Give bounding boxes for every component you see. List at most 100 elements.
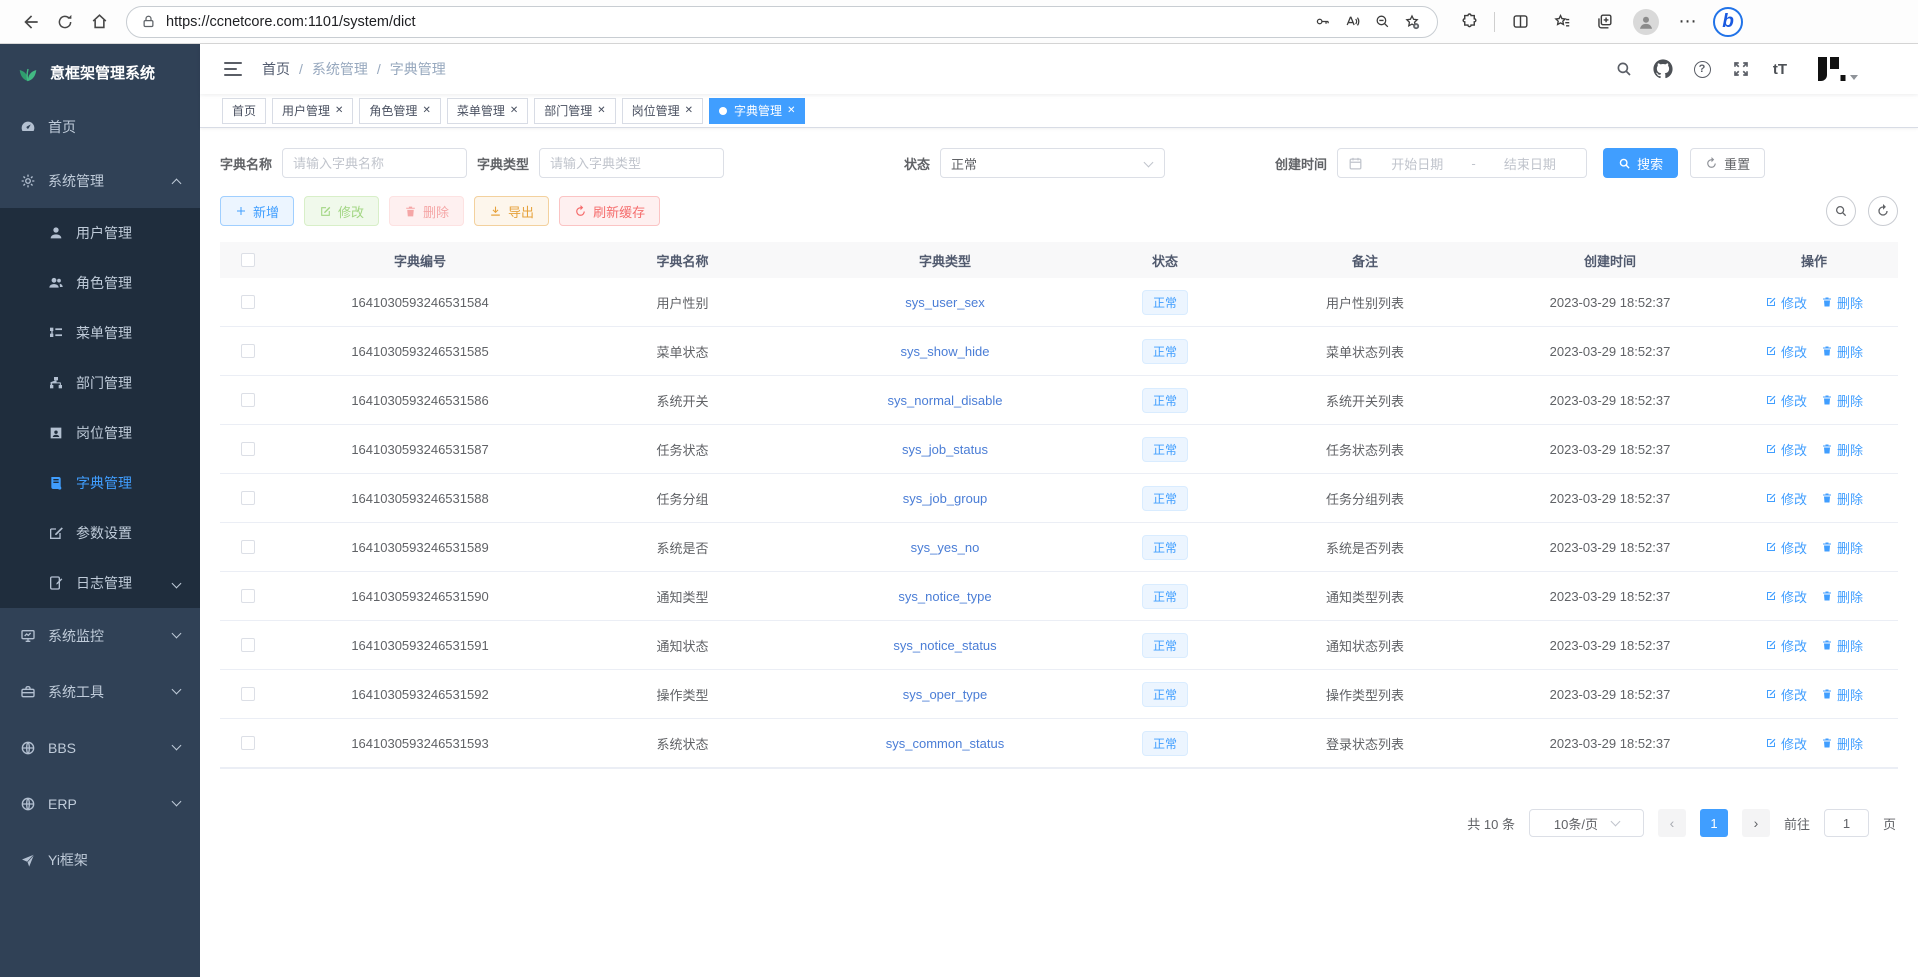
delete-link[interactable]: 删除 xyxy=(1821,685,1863,704)
page-size-select[interactable]: 10条/页 xyxy=(1529,809,1644,837)
browser-home-button[interactable] xyxy=(82,5,116,39)
sidebar-item-bbs[interactable]: BBS xyxy=(0,720,200,776)
breadcrumb-home[interactable]: 首页 xyxy=(262,59,290,79)
next-page-button[interactable]: › xyxy=(1742,809,1770,837)
password-key-icon[interactable] xyxy=(1307,8,1337,36)
tab-close-icon[interactable]: ✕ xyxy=(685,105,693,116)
row-checkbox[interactable] xyxy=(241,442,255,456)
refresh-table-button[interactable] xyxy=(1868,196,1898,226)
sidebar-item-home[interactable]: 首页 xyxy=(0,100,200,154)
goto-page-input[interactable] xyxy=(1824,809,1869,837)
header-search-icon[interactable] xyxy=(1613,58,1635,80)
sidebar-item-system[interactable]: 系统管理 xyxy=(0,154,200,208)
row-checkbox[interactable] xyxy=(241,295,255,309)
collections-button[interactable] xyxy=(1587,5,1621,39)
dict-type-link[interactable]: sys_yes_no xyxy=(911,540,980,555)
sidebar-item-post[interactable]: 岗位管理 xyxy=(0,408,200,458)
dict-type-link[interactable]: sys_notice_status xyxy=(893,638,996,653)
refresh-cache-button[interactable]: 刷新缓存 xyxy=(559,196,660,226)
browser-back-button[interactable] xyxy=(14,5,48,39)
sidebar-toggle-button[interactable] xyxy=(216,51,252,87)
tab-home[interactable]: 首页 xyxy=(222,98,266,124)
dict-type-link[interactable]: sys_job_status xyxy=(902,442,988,457)
browser-refresh-button[interactable] xyxy=(48,5,82,39)
dict-type-link[interactable]: sys_job_group xyxy=(903,491,988,506)
row-checkbox[interactable] xyxy=(241,540,255,554)
edit-link[interactable]: 修改 xyxy=(1765,685,1807,704)
sidebar-item-monitor[interactable]: 系统监控 xyxy=(0,608,200,664)
sidebar-item-role[interactable]: 角色管理 xyxy=(0,258,200,308)
copilot-bing-button[interactable]: b xyxy=(1713,7,1743,37)
edit-link[interactable]: 修改 xyxy=(1765,440,1807,459)
tab-close-icon[interactable]: ✕ xyxy=(335,105,343,116)
dict-type-link[interactable]: sys_show_hide xyxy=(901,344,990,359)
sidebar-item-dept[interactable]: 部门管理 xyxy=(0,358,200,408)
dict-name-input[interactable] xyxy=(282,148,467,178)
select-all-checkbox[interactable] xyxy=(241,253,255,267)
row-checkbox[interactable] xyxy=(241,736,255,750)
sidebar-item-dict[interactable]: 字典管理 xyxy=(0,458,200,508)
edit-link[interactable]: 修改 xyxy=(1765,587,1807,606)
delete-link[interactable]: 删除 xyxy=(1821,440,1863,459)
row-checkbox[interactable] xyxy=(241,638,255,652)
export-button[interactable]: 导出 xyxy=(474,196,549,226)
row-checkbox[interactable] xyxy=(241,491,255,505)
toggle-search-button[interactable] xyxy=(1826,196,1856,226)
delete-link[interactable]: 删除 xyxy=(1821,391,1863,410)
row-checkbox[interactable] xyxy=(241,344,255,358)
tab-menu[interactable]: 菜单管理✕ xyxy=(447,98,528,124)
dict-type-link[interactable]: sys_common_status xyxy=(886,736,1005,751)
sidebar-item-param[interactable]: 参数设置 xyxy=(0,508,200,558)
date-range-picker[interactable]: 开始日期 - 结束日期 xyxy=(1337,148,1587,178)
delete-link[interactable]: 删除 xyxy=(1821,538,1863,557)
delete-link[interactable]: 删除 xyxy=(1821,636,1863,655)
edit-link[interactable]: 修改 xyxy=(1765,636,1807,655)
delete-link[interactable]: 删除 xyxy=(1821,587,1863,606)
edit-button[interactable]: 修改 xyxy=(304,196,379,226)
browser-menu-button[interactable]: ⋯ xyxy=(1671,5,1705,39)
dict-type-link[interactable]: sys_normal_disable xyxy=(888,393,1003,408)
search-button[interactable]: 搜索 xyxy=(1603,148,1678,178)
edit-link[interactable]: 修改 xyxy=(1765,538,1807,557)
dict-type-link[interactable]: sys_user_sex xyxy=(905,295,984,310)
split-screen-button[interactable] xyxy=(1503,5,1537,39)
dict-type-input[interactable] xyxy=(539,148,724,178)
edit-link[interactable]: 修改 xyxy=(1765,734,1807,753)
dict-type-link[interactable]: sys_notice_type xyxy=(898,589,991,604)
add-favorite-star-icon[interactable] xyxy=(1397,8,1427,36)
row-checkbox[interactable] xyxy=(241,589,255,603)
sidebar-item-tools[interactable]: 系统工具 xyxy=(0,664,200,720)
delete-link[interactable]: 删除 xyxy=(1821,342,1863,361)
user-avatar-menu[interactable] xyxy=(1816,55,1858,83)
sidebar-item-yi[interactable]: Yi框架 xyxy=(0,832,200,888)
help-icon[interactable]: ? xyxy=(1691,58,1713,80)
tab-post[interactable]: 岗位管理✕ xyxy=(622,98,703,124)
sidebar-item-erp[interactable]: ERP xyxy=(0,776,200,832)
extensions-button[interactable] xyxy=(1452,5,1486,39)
reset-button[interactable]: 重置 xyxy=(1690,148,1765,178)
url-text[interactable]: https://ccnetcore.com:1101/system/dict xyxy=(166,14,1307,30)
add-button[interactable]: 新增 xyxy=(220,196,294,226)
fullscreen-icon[interactable] xyxy=(1730,58,1752,80)
tab-close-icon[interactable]: ✕ xyxy=(422,105,430,116)
tab-close-icon[interactable]: ✕ xyxy=(787,105,795,116)
edit-link[interactable]: 修改 xyxy=(1765,342,1807,361)
dict-type-link[interactable]: sys_oper_type xyxy=(903,687,988,702)
profile-button[interactable] xyxy=(1629,5,1663,39)
read-aloud-icon[interactable] xyxy=(1337,8,1367,36)
github-icon[interactable] xyxy=(1652,58,1674,80)
sidebar-item-menu[interactable]: 菜单管理 xyxy=(0,308,200,358)
tab-role[interactable]: 角色管理✕ xyxy=(359,98,440,124)
status-select[interactable]: 正常 xyxy=(940,148,1165,178)
sidebar-item-user[interactable]: 用户管理 xyxy=(0,208,200,258)
sidebar-item-log[interactable]: 日志管理 xyxy=(0,558,200,608)
edit-link[interactable]: 修改 xyxy=(1765,391,1807,410)
row-checkbox[interactable] xyxy=(241,393,255,407)
tab-user[interactable]: 用户管理✕ xyxy=(272,98,353,124)
zoom-out-icon[interactable] xyxy=(1367,8,1397,36)
row-checkbox[interactable] xyxy=(241,687,255,701)
delete-link[interactable]: 删除 xyxy=(1821,293,1863,312)
prev-page-button[interactable]: ‹ xyxy=(1658,809,1686,837)
tab-close-icon[interactable]: ✕ xyxy=(597,105,605,116)
tab-close-icon[interactable]: ✕ xyxy=(510,105,518,116)
